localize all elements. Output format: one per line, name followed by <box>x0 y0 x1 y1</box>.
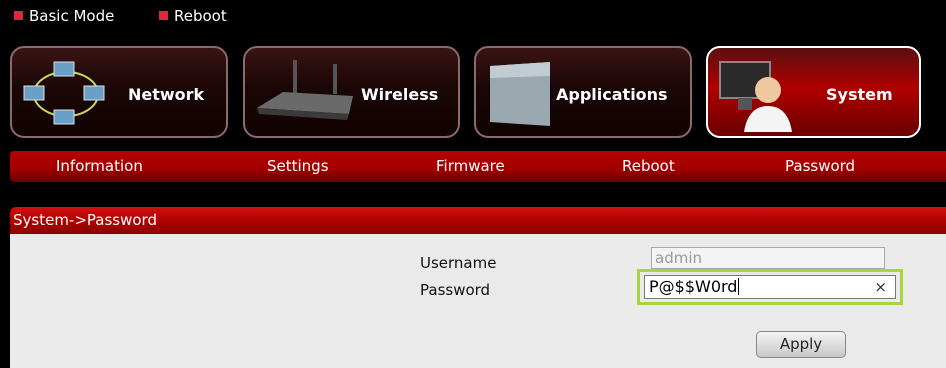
password-form: Username Password admin P@$$W0rd × Apply <box>10 234 946 368</box>
subnav-settings[interactable]: Settings <box>267 158 329 175</box>
password-label: Password <box>420 281 491 299</box>
subnav-information[interactable]: Information <box>56 158 143 175</box>
square-bullet-icon <box>14 11 23 20</box>
tab-wireless[interactable]: Wireless <box>243 46 460 138</box>
basic-mode-label: Basic Mode <box>29 7 115 25</box>
network-icon <box>23 61 105 125</box>
apply-button[interactable]: Apply <box>756 331 846 358</box>
tab-applications[interactable]: Applications <box>474 46 692 138</box>
main-tabs: Network Wireless Applications System <box>0 32 946 150</box>
subnav-firmware[interactable]: Firmware <box>436 158 505 175</box>
square-bullet-icon <box>159 11 168 20</box>
tab-system[interactable]: System <box>706 46 921 138</box>
device-icon <box>490 62 550 126</box>
subnav-reboot[interactable]: Reboot <box>622 158 675 175</box>
sub-navigation: Information Settings Firmware Reboot Pas… <box>10 151 946 182</box>
tab-network-label: Network <box>128 85 205 104</box>
basic-mode-link[interactable]: Basic Mode <box>14 8 114 24</box>
username-field[interactable]: admin <box>651 247 885 269</box>
reboot-label: Reboot <box>174 7 227 25</box>
username-label: Username <box>420 254 497 272</box>
tab-wireless-label: Wireless <box>361 85 439 104</box>
panel-title: System->Password <box>10 207 946 234</box>
subnav-password[interactable]: Password <box>785 158 855 175</box>
clear-icon[interactable]: × <box>874 276 887 298</box>
user-computer-icon <box>719 61 792 132</box>
reboot-link[interactable]: Reboot <box>159 8 227 24</box>
text-caret <box>738 278 740 295</box>
top-bar: Basic Mode Reboot <box>0 0 946 32</box>
tab-system-label: System <box>826 85 893 104</box>
tab-network[interactable]: Network <box>10 46 228 138</box>
password-value: P@$$W0rd <box>649 277 738 296</box>
password-focus-highlight: P@$$W0rd × <box>637 269 903 305</box>
router-icon <box>257 60 353 120</box>
tab-applications-label: Applications <box>556 85 668 104</box>
password-field[interactable]: P@$$W0rd × <box>644 275 896 299</box>
